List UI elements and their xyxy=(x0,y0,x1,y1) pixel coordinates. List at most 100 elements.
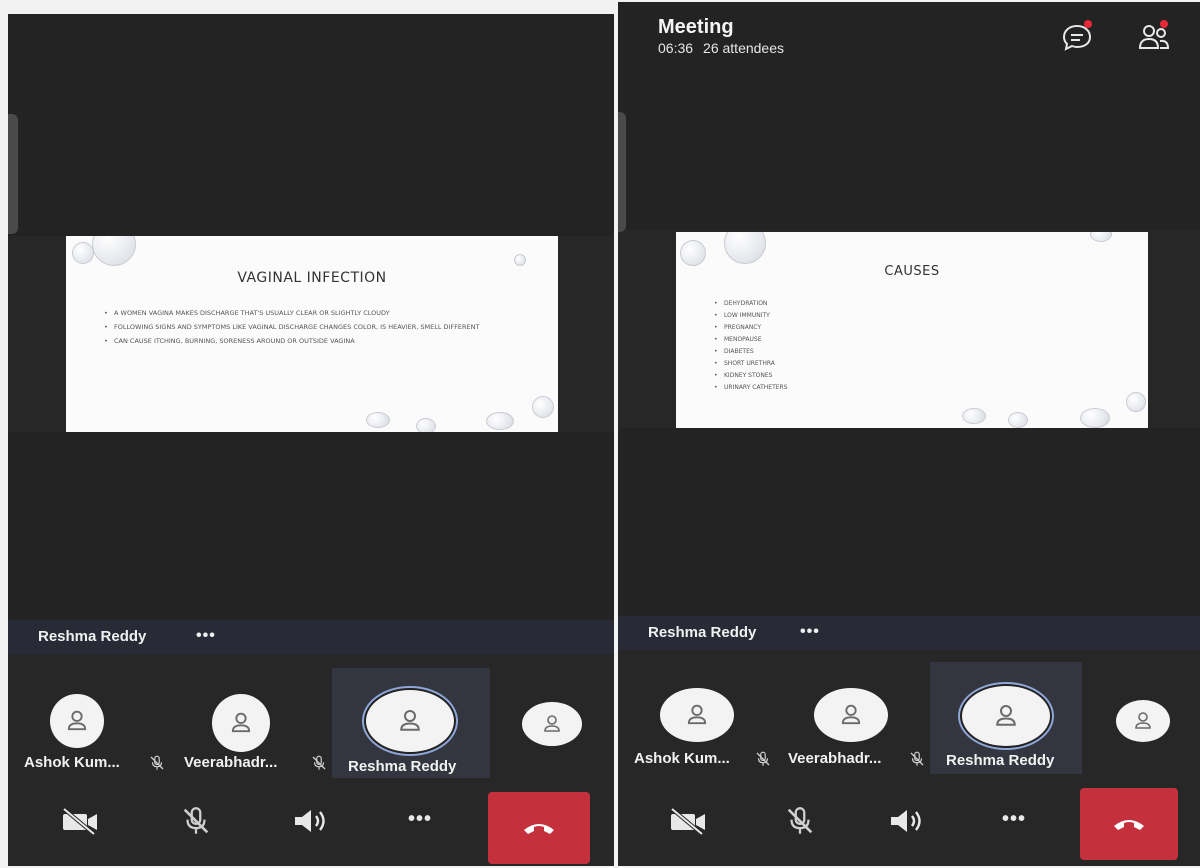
participant-tile[interactable]: Ashok Kum... xyxy=(618,662,774,772)
more-icon: ••• xyxy=(408,808,433,830)
participant-tile-active[interactable]: Reshma Reddy xyxy=(930,662,1082,774)
participants-button[interactable] xyxy=(1136,20,1170,52)
participant-tile[interactable]: Veerabhadr... xyxy=(778,662,934,772)
water-drop-decoration xyxy=(1090,232,1112,242)
call-controls: ••• xyxy=(618,788,1200,860)
left-meeting-screen: VAGINAL INFECTION A women vagina makes d… xyxy=(8,14,614,866)
speaker-more-options-button[interactable]: ••• xyxy=(800,623,820,641)
right-meeting-screen: Meeting 06:36 26 attendees CAUSES • DEHY… xyxy=(618,2,1200,866)
participant-tile[interactable]: Veerabhadr... xyxy=(172,668,332,778)
speaker-button[interactable] xyxy=(876,796,936,846)
water-drop-decoration xyxy=(962,408,986,424)
avatar xyxy=(962,686,1050,746)
slide-title: VAGINAL INFECTION xyxy=(237,270,387,286)
avatar xyxy=(660,688,734,742)
avatar xyxy=(212,694,270,752)
attendee-count: 26 attendees xyxy=(703,40,785,56)
stage-lower-area xyxy=(618,428,1200,618)
water-drop-decoration xyxy=(514,254,526,266)
mute-toggle-button[interactable] xyxy=(770,796,830,846)
person-icon xyxy=(227,709,255,737)
avatar xyxy=(1116,700,1170,742)
water-drop-decoration xyxy=(680,240,706,266)
slide-bullet-list: Dehydration Low immunity Pregnancy Menop… xyxy=(714,298,934,394)
more-icon: ••• xyxy=(1002,808,1027,830)
active-speaker-name: Reshma Reddy xyxy=(38,628,147,645)
chat-button[interactable] xyxy=(1060,20,1094,52)
person-icon xyxy=(63,707,91,735)
meeting-status: 06:36 26 attendees xyxy=(658,40,784,56)
more-actions-button[interactable]: ••• xyxy=(988,796,1048,846)
avatar xyxy=(522,702,582,746)
slide-bullet: Can cause itching, burning, soreness aro… xyxy=(104,336,544,346)
speaker-button[interactable] xyxy=(280,796,340,846)
more-actions-button[interactable]: ••• xyxy=(394,796,454,846)
participant-tile-active[interactable]: Reshma Reddy xyxy=(332,668,490,778)
speaker-icon xyxy=(891,810,921,832)
speaker-more-options-button[interactable]: ••• xyxy=(196,627,216,645)
mic-off-icon xyxy=(310,754,328,772)
slide-bullet: Following signs and symptoms like vagina… xyxy=(104,322,544,332)
water-drop-decoration xyxy=(486,412,514,430)
slide-bullet: Short urethra xyxy=(714,358,934,370)
stage-lower-area xyxy=(8,432,614,622)
mute-toggle-button[interactable] xyxy=(166,796,226,846)
slide-bullet: Low immunity xyxy=(714,310,934,322)
speaker-icon xyxy=(295,810,325,832)
call-controls: ••• xyxy=(8,792,614,864)
participant-name: Ashok Kum... xyxy=(24,754,120,771)
person-icon xyxy=(837,701,865,729)
hang-up-icon xyxy=(1114,820,1144,830)
participant-name: Veerabhadr... xyxy=(184,754,278,771)
water-drop-decoration xyxy=(416,418,436,432)
hang-up-button[interactable] xyxy=(488,792,590,864)
slide-bullet: Menopause xyxy=(714,334,934,346)
participant-tile[interactable] xyxy=(508,668,608,778)
shared-slide: CAUSES Dehydration Low immunity Pregnanc… xyxy=(676,232,1148,428)
person-icon xyxy=(683,701,711,729)
slide-title: CAUSES xyxy=(884,264,940,279)
active-speaker-bar: Reshma Reddy ••• xyxy=(618,616,1200,650)
participant-name: Veerabhadr... xyxy=(788,750,882,767)
water-drop-decoration xyxy=(724,232,766,264)
mic-off-icon xyxy=(754,750,772,768)
slide-bullet: Pregnancy xyxy=(714,322,934,334)
avatar xyxy=(814,688,888,742)
camera-toggle-button[interactable] xyxy=(658,796,718,846)
camera-off-icon xyxy=(670,807,705,835)
participant-name: Reshma Reddy xyxy=(348,758,457,775)
person-icon xyxy=(395,706,425,736)
water-drop-decoration xyxy=(532,396,554,418)
participant-name: Reshma Reddy xyxy=(946,752,1055,769)
person-icon xyxy=(1131,709,1155,733)
avatar xyxy=(366,690,454,752)
water-drop-decoration xyxy=(1008,412,1028,428)
camera-toggle-button[interactable] xyxy=(50,796,110,846)
side-drawer-handle[interactable] xyxy=(618,112,626,232)
top-area xyxy=(8,14,614,236)
meeting-title: Meeting xyxy=(658,16,734,38)
slide-bullet: Diabetes xyxy=(714,346,934,358)
water-drop-decoration xyxy=(92,236,136,266)
meeting-timer: 06:36 xyxy=(658,40,694,56)
mic-off-icon xyxy=(148,754,166,772)
active-speaker-name: Reshma Reddy xyxy=(648,624,757,641)
water-drop-decoration xyxy=(1126,392,1146,412)
water-drop-decoration xyxy=(366,412,390,428)
notification-dot xyxy=(1084,20,1092,28)
mic-off-icon xyxy=(783,804,817,838)
slide-bullet: Urinary catheters xyxy=(714,382,934,394)
participant-tile[interactable] xyxy=(1102,662,1198,772)
hang-up-button[interactable] xyxy=(1080,788,1178,860)
slide-bullet-list: A women vagina makes discharge that's us… xyxy=(104,308,544,346)
camera-off-icon xyxy=(62,807,97,835)
person-icon xyxy=(540,712,564,736)
participant-tile[interactable]: Ashok Kum... xyxy=(8,668,168,778)
slide-bullet: Dehydration xyxy=(714,298,934,310)
side-drawer-handle[interactable] xyxy=(8,114,18,234)
person-icon xyxy=(991,701,1021,731)
participant-name: Ashok Kum... xyxy=(634,750,730,767)
avatar xyxy=(50,694,104,748)
water-drop-decoration xyxy=(1080,408,1110,428)
slide-bullet: Kidney stones xyxy=(714,370,934,382)
